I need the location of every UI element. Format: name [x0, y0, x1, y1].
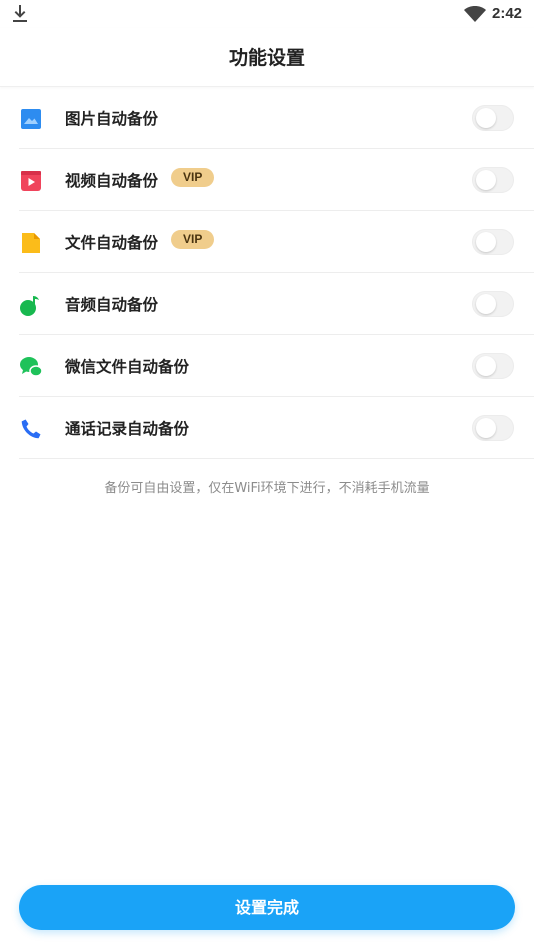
vip-badge: VIP — [171, 230, 215, 249]
toggle-knob — [476, 108, 496, 128]
done-button[interactable]: 设置完成 — [19, 885, 515, 930]
music-icon — [20, 296, 39, 316]
page-title: 功能设置 — [228, 47, 305, 69]
toggle-knob — [476, 170, 496, 190]
status-bar: 2:42 — [0, 0, 534, 28]
footer-note: 备份可自由设置，仅在WiFi环境下进行，不消耗手机流量 — [104, 481, 430, 496]
setting-call-log-backup: 通话记录自动备份 — [19, 397, 534, 459]
image-icon — [21, 109, 41, 129]
video-icon — [21, 171, 41, 191]
setting-video-backup: 视频自动备份 VIP — [19, 149, 534, 211]
setting-label: 音频自动备份 — [65, 296, 159, 314]
photo-backup-toggle[interactable] — [472, 105, 514, 131]
file-backup-toggle[interactable] — [472, 229, 514, 255]
wechat-backup-toggle[interactable] — [472, 353, 514, 379]
toggle-knob — [476, 232, 496, 252]
download-icon — [13, 5, 27, 22]
call-log-backup-toggle[interactable] — [472, 415, 514, 441]
phone-icon — [21, 419, 41, 439]
header: 功能设置 — [0, 28, 534, 87]
toggle-knob — [476, 294, 496, 314]
setting-label: 视频自动备份 — [65, 172, 159, 190]
setting-wechat-backup: 微信文件自动备份 — [19, 335, 534, 397]
file-icon — [22, 233, 40, 253]
setting-photo-backup: 图片自动备份 — [19, 87, 534, 149]
setting-label: 图片自动备份 — [65, 110, 159, 128]
setting-label: 微信文件自动备份 — [65, 358, 190, 376]
setting-label: 文件自动备份 — [65, 234, 159, 252]
wifi-icon — [464, 6, 486, 22]
wechat-icon — [20, 357, 43, 377]
setting-label: 通话记录自动备份 — [65, 420, 190, 438]
status-time: 2:42 — [492, 5, 523, 22]
audio-backup-toggle[interactable] — [472, 291, 514, 317]
toggle-knob — [476, 418, 496, 438]
vip-badge: VIP — [171, 168, 215, 187]
setting-file-backup: 文件自动备份 VIP — [19, 211, 534, 273]
video-backup-toggle[interactable] — [472, 167, 514, 193]
setting-audio-backup: 音频自动备份 — [19, 273, 534, 335]
settings-list: 图片自动备份 视频自动备份 VIP 文件自动备份 VIP 音频自动备份 微信文件… — [19, 87, 534, 459]
toggle-knob — [476, 356, 496, 376]
